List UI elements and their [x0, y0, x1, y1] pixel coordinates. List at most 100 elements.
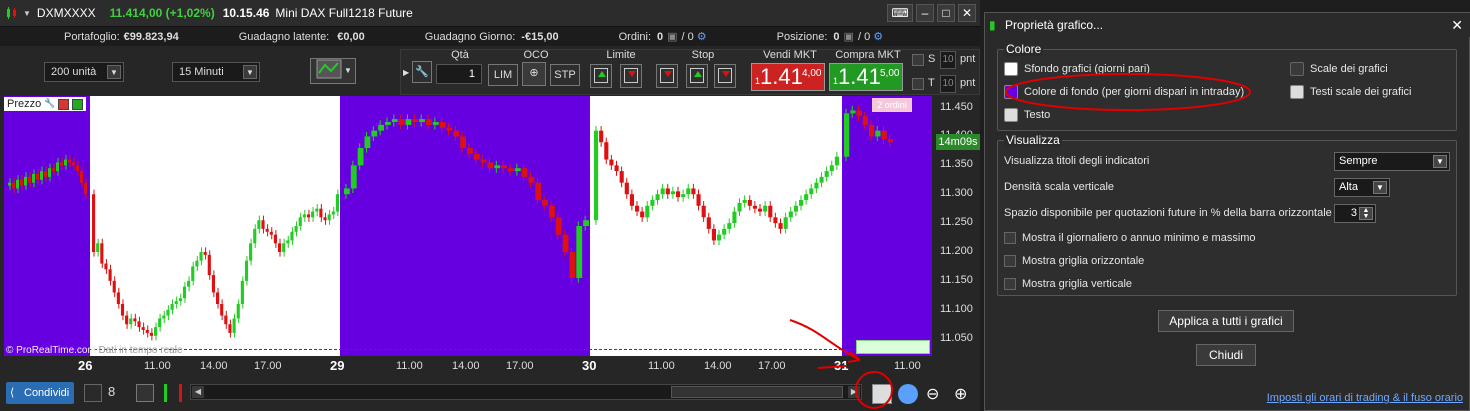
densita-label: Densità scala verticale: [1004, 181, 1115, 193]
ordini-gear-icon[interactable]: ⚙: [697, 30, 707, 43]
candle-body: [104, 263, 108, 270]
vendi-mkt-button[interactable]: 1 1.41 4,00: [751, 63, 825, 91]
s-checkbox[interactable]: [912, 54, 924, 66]
svg-text:▼: ▼: [344, 66, 350, 75]
candle-body: [460, 136, 466, 148]
stop-sell-button[interactable]: [656, 64, 678, 88]
scroll-right-icon[interactable]: ▶: [848, 386, 860, 398]
qta-input[interactable]: 1: [436, 64, 482, 84]
close-icon[interactable]: ✕: [1451, 13, 1463, 37]
prezzo-panel-label: Prezzo 🔧: [4, 97, 87, 111]
zoom-in-icon[interactable]: ⊕: [954, 384, 972, 403]
symbol-label[interactable]: DXMXXXX: [37, 6, 96, 20]
giornaliero-checkbox[interactable]: [1004, 232, 1016, 244]
share-button[interactable]: ⟨ Condividi: [6, 382, 74, 404]
t-checkbox[interactable]: [912, 78, 924, 90]
symbol-dropdown-arrow-icon[interactable]: ▼: [23, 9, 31, 18]
indicators-button[interactable]: ▼: [310, 58, 356, 84]
limit-buy-button[interactable]: [590, 64, 612, 88]
sell-arrow-icon[interactable]: [58, 98, 70, 110]
posizione-gear-icon[interactable]: ⚙: [873, 30, 883, 43]
compra-mkt-button[interactable]: 1 1.41 5,00: [829, 63, 903, 91]
close-button[interactable]: ✕: [958, 4, 976, 22]
price-space-icon[interactable]: [872, 384, 892, 404]
indicator-list-icon[interactable]: [164, 384, 182, 402]
candle-body: [253, 228, 257, 244]
panel-expand-icon[interactable]: ▶: [403, 68, 409, 77]
griglia-orizz-checkbox[interactable]: [1004, 255, 1016, 267]
candle-body: [319, 208, 323, 218]
posizione-x-icon[interactable]: ▣: [844, 30, 854, 43]
ordini-total: / 0: [681, 30, 694, 43]
horizontal-scrollbar[interactable]: ◀ ▶: [190, 384, 862, 400]
new-chart-icon[interactable]: [84, 384, 102, 402]
chiudi-button[interactable]: Chiudi: [1196, 344, 1256, 366]
candle-body: [793, 205, 798, 212]
chart-properties-dialog: ▮ Proprietà grafico... ✕ Colore Sfondo g…: [984, 12, 1470, 411]
t-value[interactable]: 10: [940, 75, 956, 93]
testi-scale-swatch[interactable]: [1290, 85, 1304, 99]
stepper-arrows-icon[interactable]: ▲ ▼: [1359, 207, 1373, 220]
lim-button[interactable]: LIM: [488, 64, 518, 86]
s-value[interactable]: 10: [940, 51, 956, 69]
candle-body: [711, 228, 716, 241]
candle-body: [96, 243, 100, 252]
minimize-button[interactable]: –: [916, 4, 934, 22]
wrench-icon[interactable]: 🔧: [44, 98, 55, 110]
candle-body: [535, 182, 542, 200]
stop-edit-button[interactable]: [714, 64, 736, 88]
scale-color-swatch[interactable]: [1290, 62, 1304, 76]
candle-body: [100, 243, 104, 264]
layout-icon[interactable]: [136, 384, 154, 402]
limit-edit-button[interactable]: [620, 64, 642, 88]
price-chart[interactable]: 2 ordini: [4, 96, 932, 356]
candle-body: [528, 176, 535, 183]
candle-body: [224, 315, 228, 325]
chart-type-icon[interactable]: 8: [108, 384, 126, 402]
scroll-left-icon[interactable]: ◀: [192, 386, 204, 398]
griglia-vert-checkbox[interactable]: [1004, 278, 1016, 290]
colore-fondo-swatch[interactable]: [1004, 85, 1018, 99]
time-axis[interactable]: 26 11.00 14.00 17.00 29 11.00 14.00 17.00 30 11.0…: [4, 356, 932, 378]
candle-body: [783, 217, 788, 229]
trading-hours-link[interactable]: Imposti gli orari di trading & il fuso o…: [1267, 392, 1463, 404]
densita-select[interactable]: Alta ▼: [1334, 178, 1390, 197]
x-tick-label: 29: [330, 358, 345, 373]
stp-button[interactable]: STP: [550, 64, 580, 86]
testo-color-swatch[interactable]: [1004, 108, 1018, 122]
oco-order-icon[interactable]: ⊕: [522, 62, 546, 86]
zoom-out-icon[interactable]: ⊖: [926, 384, 944, 403]
compra-mkt-label: Compra MKT: [835, 49, 901, 61]
candle-body: [856, 110, 862, 117]
candle-body: [236, 304, 240, 319]
scroll-thumb[interactable]: [671, 386, 843, 398]
stop-buy-button[interactable]: [686, 64, 708, 88]
candle-body: [629, 194, 634, 206]
ordini-x-icon[interactable]: ▣: [667, 30, 677, 43]
order-slider[interactable]: [856, 340, 930, 354]
candle-body: [439, 122, 446, 128]
candle-body: [869, 124, 875, 137]
candle-body: [562, 234, 569, 252]
y-tick-label: 11.450: [940, 100, 973, 113]
densita-value: Alta: [1339, 181, 1358, 193]
maximize-button[interactable]: □: [937, 4, 955, 22]
chart-window: ▼ DXMXXXX 11.414,00 (+1,02%) 10.15.46 Mi…: [0, 0, 980, 411]
candle-body: [737, 202, 742, 212]
keyboard-icon[interactable]: ⌨: [887, 4, 913, 22]
candle-body: [844, 113, 850, 157]
orders-tag[interactable]: 2 ordini: [872, 98, 912, 112]
interval-select[interactable]: 15 Minuti ▼: [172, 62, 260, 82]
candle-body: [758, 208, 763, 212]
candle-body: [696, 194, 701, 206]
wrench-icon[interactable]: 🔧: [412, 61, 432, 83]
candle-body: [133, 318, 137, 322]
spazio-stepper[interactable]: 3 ▲ ▼: [1334, 204, 1376, 223]
units-select[interactable]: 200 unità ▼: [44, 62, 124, 82]
applica-button[interactable]: Applica a tutti i grafici: [1158, 310, 1294, 332]
sfondo-color-swatch[interactable]: [1004, 62, 1018, 76]
titoli-select[interactable]: Sempre ▼: [1334, 152, 1450, 171]
giornaliero-label: Mostra il giornaliero o annuo minimo e m…: [1022, 232, 1256, 244]
buy-arrow-icon[interactable]: [72, 98, 84, 110]
zoom-reset-icon[interactable]: [898, 384, 918, 404]
